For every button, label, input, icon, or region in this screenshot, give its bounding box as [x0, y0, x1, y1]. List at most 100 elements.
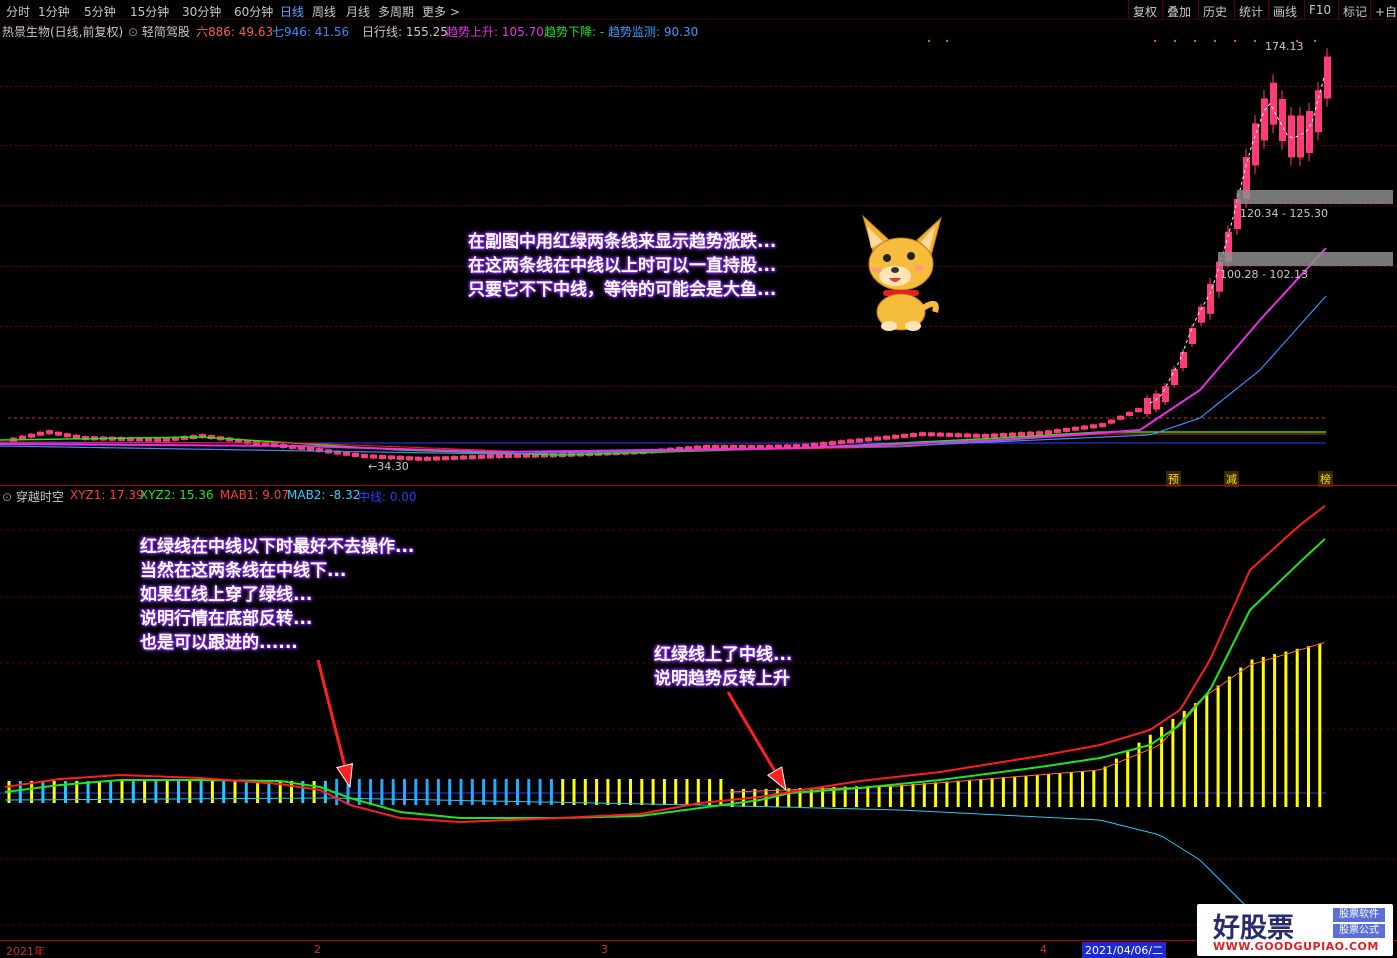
candle-body	[1144, 398, 1151, 414]
candle-body	[1036, 431, 1043, 436]
marker-dot	[1194, 40, 1196, 42]
candle-body	[496, 454, 503, 459]
midline-value: 中线: 0.00	[358, 490, 417, 504]
annotation-line: 只要它不下中线，等待的可能会是大鱼...	[468, 280, 777, 300]
candle-body	[460, 455, 467, 460]
candle-body	[1081, 425, 1088, 430]
candle-body	[55, 431, 62, 436]
candle-body	[1279, 99, 1286, 141]
candle-body	[451, 455, 458, 460]
xyz1-value: XYZ1: 17.39	[70, 488, 144, 502]
candle-body	[487, 454, 494, 459]
sub-indicator-name: 穿越时空	[15, 490, 64, 504]
candle-body	[919, 432, 926, 437]
candle-body	[343, 451, 350, 456]
mab1-value: MAB1: 9.07	[220, 488, 290, 502]
candle-body	[424, 456, 431, 461]
candle-body	[388, 455, 395, 460]
candle-body	[991, 433, 998, 438]
candle-body	[1207, 283, 1214, 314]
date-axis: 2021年 2 3 4 2021/04/06/二	[0, 940, 1397, 958]
candle-body	[154, 437, 161, 442]
candle-body	[973, 433, 980, 438]
candle-body	[1072, 426, 1079, 431]
candle-body	[1009, 432, 1016, 437]
arrow-left-head	[336, 763, 353, 789]
main-annotation: 在副图中用红绿两条线来显示趋势涨跌... 在这两条线在中线以上时可以一直持股..…	[468, 230, 776, 302]
annotation-line: 在这两条线在中线以上时可以一直持股...	[468, 256, 777, 276]
logo-tag: 股票公式	[1333, 924, 1385, 938]
x-tick: 4	[1040, 943, 1047, 956]
candle-body	[1063, 427, 1070, 432]
candle-body	[1189, 328, 1196, 344]
brand-logo: 好股票 股票软件 股票公式 WWW.GOODGUPIAO.COM	[1197, 904, 1393, 956]
support-zone	[1218, 252, 1393, 266]
candle-body	[1288, 115, 1295, 158]
annotation-line: 说明趋势反转上升	[654, 669, 790, 689]
xyz2-value: XYZ2: 15.36	[140, 488, 214, 502]
candle-body	[829, 441, 836, 446]
marker-dot	[1154, 40, 1156, 42]
annotation-line: 说明行情在底部反转...	[140, 609, 313, 629]
candle-body	[505, 453, 512, 458]
candle-body	[874, 436, 881, 441]
candle-body	[46, 430, 53, 435]
candle-body	[838, 440, 845, 445]
candle-body	[1135, 408, 1142, 413]
candle-body	[1045, 430, 1052, 435]
candle-body	[901, 433, 908, 438]
zone-label-1: 120.34 - 125.30	[1240, 207, 1328, 220]
marker-dot	[928, 40, 930, 42]
candle-body	[1000, 433, 1007, 437]
candle-body	[415, 456, 422, 461]
arrow-left-shaft	[316, 659, 348, 773]
marker-dot	[1214, 40, 1216, 42]
candle-body	[433, 456, 440, 461]
candle-body	[811, 442, 818, 447]
sub-indicator-selector[interactable]: ⊙ 穿越时空	[2, 488, 64, 505]
marker-dot	[1254, 40, 1256, 42]
x-tick: 3	[601, 943, 608, 956]
annotation-line: 在副图中用红绿两条线来显示趋势涨跌...	[468, 232, 777, 252]
candle-body	[163, 437, 170, 442]
lower-envelope-line	[4, 797, 1325, 941]
candle-body	[1117, 415, 1124, 420]
marker-dot	[946, 40, 948, 42]
pane-separator	[0, 485, 1397, 486]
candle-body	[937, 432, 944, 437]
candle-body	[28, 433, 35, 438]
marker-dot	[1174, 40, 1176, 42]
arrow-right-head	[767, 766, 787, 792]
candle-body	[361, 454, 368, 459]
candle-body	[1171, 369, 1178, 386]
candle-body	[847, 439, 854, 444]
candle-body	[379, 454, 386, 459]
resistance-zone	[1237, 190, 1393, 204]
candle-body	[1324, 56, 1331, 99]
annotation-line: 红绿线在中线以下时最好不去操作...	[140, 537, 415, 557]
dog-mascot-icon	[862, 214, 942, 331]
candle-body	[892, 434, 899, 439]
candle-body	[1108, 419, 1115, 424]
annotation-line: 如果红线上穿了绿线...	[140, 585, 313, 605]
candle-body	[1306, 111, 1313, 153]
candle-body	[1252, 123, 1259, 166]
annotation-line: 当然在这两条线在中线下...	[140, 561, 347, 581]
candle-body	[955, 433, 962, 438]
candle-body	[883, 435, 890, 440]
candle-body	[820, 442, 827, 446]
sub-annotation-right: 红绿线上了中线... 说明趋势反转上升	[654, 643, 792, 691]
candle-body	[1180, 352, 1187, 368]
candle-body	[370, 454, 377, 459]
current-date-badge: 2021/04/06/二	[1082, 942, 1167, 958]
candle-body	[982, 433, 989, 438]
candle-body	[1027, 431, 1034, 436]
candle-body	[1153, 393, 1160, 410]
annotation-line: 也是可以跟进的......	[140, 633, 298, 653]
candle-body	[964, 433, 971, 438]
candle-body	[1270, 82, 1277, 125]
candle-body	[478, 454, 485, 459]
high-price-label: 174.13	[1265, 40, 1304, 53]
zone-label-2: 100.28 - 102.13	[1220, 268, 1308, 281]
candle-body	[1099, 423, 1106, 428]
